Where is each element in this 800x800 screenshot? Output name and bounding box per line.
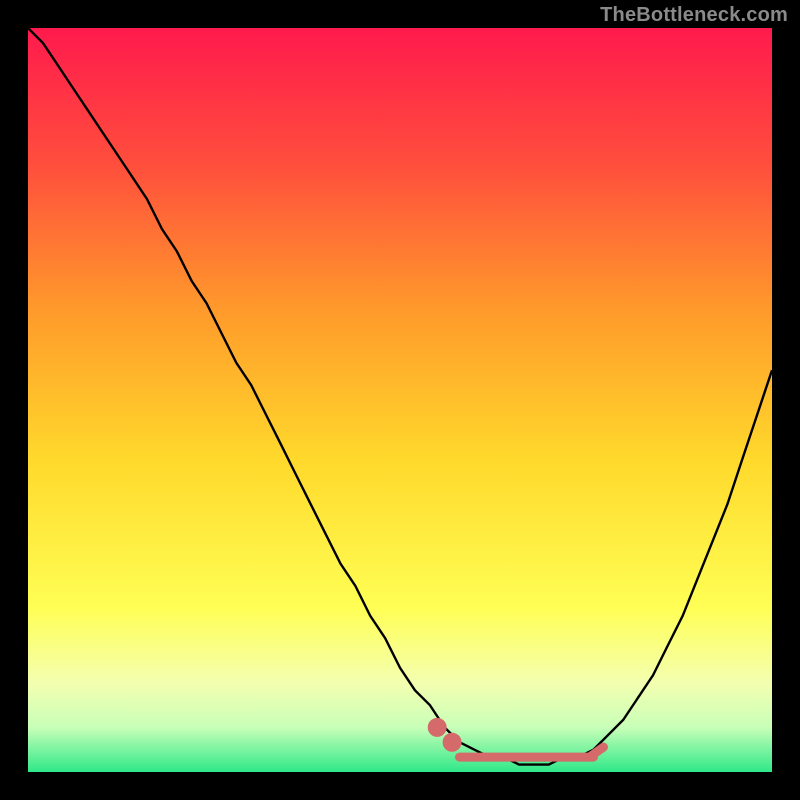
watermark-text: TheBottleneck.com xyxy=(600,4,788,27)
outer-black-frame: TheBottleneck.com xyxy=(0,0,800,800)
plot-area xyxy=(28,28,772,772)
bottleneck-curve xyxy=(28,28,772,772)
